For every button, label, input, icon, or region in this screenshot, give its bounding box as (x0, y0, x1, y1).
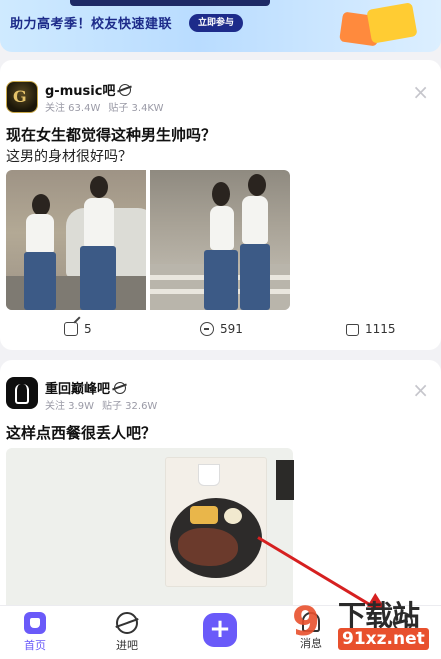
join-now-button[interactable]: 立即参与 (189, 14, 244, 32)
person-head (212, 182, 230, 206)
site-watermark: 9 下载站 91xz.net (292, 594, 441, 659)
person-shirt (26, 214, 54, 254)
banner-mascot-illustration (339, 2, 418, 50)
nav-home-label: 首页 (24, 639, 46, 652)
post-card[interactable]: G g-music吧 关注 63.4W 贴子 3.4KW × 现在女生都觉得这种男… (0, 60, 441, 350)
watermark-url: 91xz.net (338, 628, 429, 650)
person-jeans (204, 250, 238, 310)
post-card[interactable]: 重回巅峰吧 关注 3.9W 贴子 32.6W × 这样点西餐很丢人吧？ (0, 360, 441, 620)
steak-shape (178, 528, 238, 566)
person-jeans (80, 246, 116, 310)
person-head (32, 194, 50, 216)
post-image[interactable] (150, 170, 290, 310)
person-head (248, 174, 266, 196)
bar-name[interactable]: g-music吧 (45, 80, 132, 99)
nav-home[interactable]: 首页 (5, 612, 65, 653)
book-illustration (366, 2, 418, 44)
person-head (90, 176, 108, 198)
verified-badge-icon (114, 382, 127, 394)
close-icon[interactable]: × (412, 82, 429, 102)
followers-count: 关注 3.9W (45, 401, 94, 412)
post-actions: 5 591 1115 (0, 322, 441, 342)
share-count: 5 (84, 322, 92, 336)
comment-icon (200, 322, 214, 336)
like-button[interactable]: 1115 (346, 322, 396, 336)
comment-count: 591 (220, 322, 243, 336)
hand-logo-icon (15, 384, 29, 404)
banner-slogan: 助力高考季！校友快速建联 (10, 17, 173, 32)
share-icon (64, 322, 78, 336)
person-jeans (240, 244, 270, 310)
watermark-logo-icon: 9 (292, 599, 320, 645)
post-subtitle: 这男的身材很好吗？ (6, 149, 132, 165)
post-image[interactable] (6, 170, 146, 310)
new-post-button[interactable]: + (203, 613, 237, 647)
side-image-strip (276, 460, 294, 500)
post-image[interactable] (6, 448, 293, 620)
planet-icon (116, 612, 138, 634)
person-shirt (242, 196, 268, 244)
nav-bars[interactable]: 进吧 (97, 612, 157, 653)
person-jeans (24, 252, 56, 310)
comment-button[interactable]: 591 (200, 322, 243, 336)
like-count: 1115 (365, 322, 396, 336)
bar-logo-icon: G (13, 87, 27, 106)
bar-name[interactable]: 重回巅峰吧 (45, 378, 127, 397)
promo-banner[interactable]: 助力高考季！校友快速建联 立即参与 (0, 0, 441, 52)
close-icon[interactable]: × (412, 380, 429, 400)
bar-name-text: g-music吧 (45, 84, 116, 99)
post-title[interactable]: 这样点西餐很丢人吧？ (6, 422, 156, 443)
bar-name-text: 重回巅峰吧 (45, 382, 111, 397)
side-dish-shape (224, 508, 242, 524)
food-photo (166, 458, 266, 586)
person-shirt (84, 198, 114, 248)
bar-stats: 关注 3.9W 贴子 32.6W (45, 397, 157, 412)
share-button[interactable]: 5 (64, 322, 92, 336)
thumbs-up-icon (346, 324, 359, 336)
fries-shape (190, 506, 218, 524)
verified-badge-icon (119, 84, 132, 96)
nav-bars-label: 进吧 (116, 639, 138, 652)
post-title[interactable]: 现在女生都觉得这种男生帅吗？ (6, 124, 216, 145)
bar-avatar[interactable]: G (6, 81, 38, 113)
banner-headline-graphic (70, 0, 270, 6)
post-count: 贴子 32.6W (101, 401, 158, 412)
home-icon (24, 612, 46, 634)
cup-shape (198, 464, 220, 486)
bar-avatar[interactable] (6, 377, 38, 409)
bar-stats: 关注 63.4W 贴子 3.4KW (45, 99, 164, 114)
post-count: 贴子 3.4KW (108, 103, 164, 114)
followers-count: 关注 63.4W (45, 103, 101, 114)
person-shirt (210, 206, 234, 250)
